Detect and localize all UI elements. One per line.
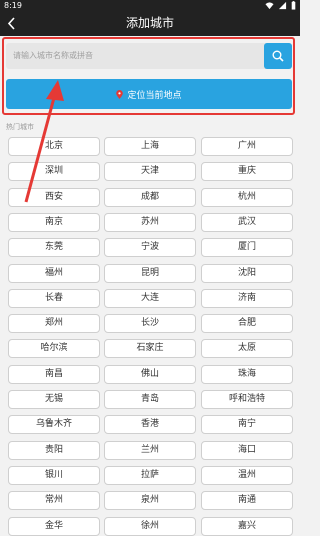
city-button[interactable]: 杭州 <box>201 187 293 207</box>
city-button[interactable]: 海口 <box>201 440 293 460</box>
city-button[interactable]: 徐州 <box>104 516 196 536</box>
city-button[interactable]: 贵阳 <box>8 440 100 460</box>
city-button[interactable]: 武汉 <box>201 212 293 232</box>
search-icon <box>272 50 284 62</box>
city-button[interactable]: 太原 <box>201 339 293 359</box>
search-button[interactable] <box>264 43 292 69</box>
battery-icon <box>291 1 296 10</box>
city-button[interactable]: 长沙 <box>104 314 196 334</box>
city-button[interactable]: 深圳 <box>8 162 100 182</box>
search-input[interactable]: 请输入城市名称或拼音 <box>6 43 292 69</box>
city-button[interactable]: 石家庄 <box>104 339 196 359</box>
locate-label: 定位当前地点 <box>127 90 182 101</box>
city-button[interactable]: 广州 <box>201 137 293 156</box>
city-button[interactable]: 乌鲁木齐 <box>8 415 100 435</box>
city-button[interactable]: 天津 <box>104 162 196 182</box>
city-button[interactable]: 沈阳 <box>201 263 293 283</box>
city-button[interactable]: 佛山 <box>104 364 196 384</box>
city-button[interactable]: 常州 <box>8 491 100 511</box>
city-button[interactable]: 昆明 <box>104 263 196 283</box>
city-button[interactable]: 金华 <box>8 516 100 536</box>
city-button[interactable]: 哈尔滨 <box>8 339 100 359</box>
city-button[interactable]: 温州 <box>201 465 293 485</box>
city-button[interactable]: 嘉兴 <box>201 516 293 536</box>
city-button[interactable]: 兰州 <box>104 440 196 460</box>
city-button[interactable]: 西安 <box>8 187 100 207</box>
city-button[interactable]: 济南 <box>201 288 293 308</box>
search-placeholder: 请输入城市名称或拼音 <box>13 51 93 60</box>
status-bar: 8:19 <box>0 0 300 11</box>
city-button[interactable]: 郑州 <box>8 314 100 334</box>
city-button[interactable]: 合肥 <box>201 314 293 334</box>
city-button[interactable]: 苏州 <box>104 212 196 232</box>
city-button[interactable]: 南宁 <box>201 415 293 435</box>
city-button[interactable]: 东莞 <box>8 238 100 258</box>
city-button[interactable]: 上海 <box>104 137 196 156</box>
title-bar: 添加城市 <box>0 11 300 36</box>
city-button[interactable]: 银川 <box>8 465 100 485</box>
status-icons <box>265 1 296 10</box>
city-button[interactable]: 长春 <box>8 288 100 308</box>
city-button[interactable]: 南昌 <box>8 364 100 384</box>
locate-current-button[interactable]: 定位当前地点 <box>6 79 292 109</box>
city-button[interactable]: 呼和浩特 <box>201 390 293 409</box>
city-button[interactable]: 泉州 <box>104 491 196 511</box>
city-button[interactable]: 南通 <box>201 491 293 511</box>
city-button[interactable]: 大连 <box>104 288 196 308</box>
city-button[interactable]: 宁波 <box>104 238 196 258</box>
page-title: 添加城市 <box>125 16 174 30</box>
city-button[interactable]: 重庆 <box>201 162 293 182</box>
city-button[interactable]: 珠海 <box>201 364 293 384</box>
city-button[interactable]: 拉萨 <box>104 465 196 485</box>
signal-icon <box>278 1 287 10</box>
city-button[interactable]: 青岛 <box>104 390 196 409</box>
city-button[interactable]: 福州 <box>8 263 100 283</box>
city-button[interactable]: 北京 <box>8 137 100 156</box>
location-pin-icon <box>116 89 124 99</box>
status-time: 8:19 <box>4 1 22 10</box>
city-button[interactable]: 香港 <box>104 415 196 435</box>
wifi-icon <box>265 2 274 10</box>
hot-cities-label: 热门城市 <box>6 123 34 131</box>
city-button[interactable]: 厦门 <box>201 238 293 258</box>
city-button[interactable]: 成都 <box>104 187 196 207</box>
city-button[interactable]: 南京 <box>8 212 100 232</box>
city-button[interactable]: 无锡 <box>8 390 100 409</box>
